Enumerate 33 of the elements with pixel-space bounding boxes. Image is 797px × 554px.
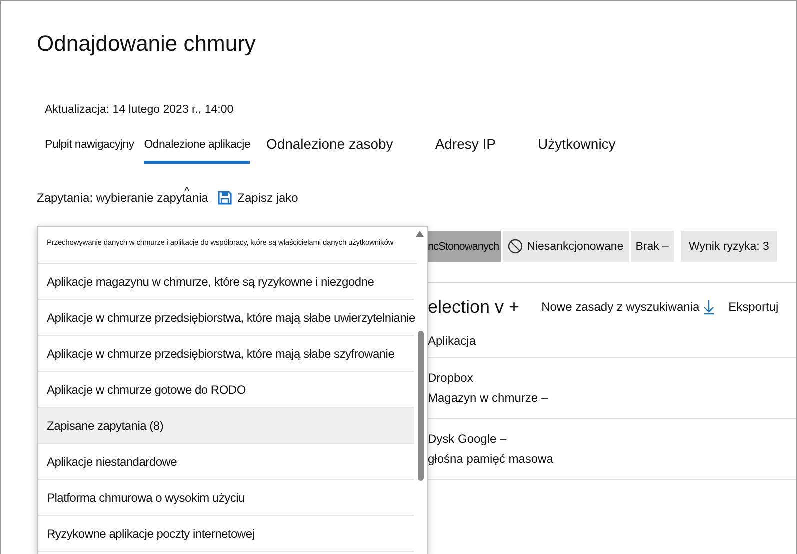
ban-icon: [508, 239, 524, 254]
filter-chip[interactable]: Brak –: [630, 231, 674, 262]
nav-tab[interactable]: Pulpit nawigacyjny: [45, 139, 134, 164]
nav-tab[interactable]: Użytkownicy: [538, 136, 616, 164]
filter-chip[interactable]: Wynik ryzyka: 3: [680, 231, 778, 262]
export-button[interactable]: Eksportuj: [728, 300, 779, 314]
scrollbar-thumb[interactable]: [418, 331, 424, 481]
filter-chip[interactable]: Niesankcjonowane: [503, 231, 629, 262]
scroll-up-icon[interactable]: [416, 231, 424, 237]
app-name[interactable]: Dysk Google –: [428, 432, 796, 446]
query-option[interactable]: Aplikacje niestandardowe: [38, 444, 414, 480]
filter-chip[interactable]: ncStonowanych: [428, 231, 502, 262]
query-option[interactable]: Ryzykowne aplikacje poczty internetowej: [38, 516, 414, 552]
query-option[interactable]: Aplikacje w chmurze przedsiębiorstwa, które mają słabe szyfrowanie: [38, 336, 414, 372]
save-as-button[interactable]: Zapisz jako: [238, 191, 298, 205]
query-selector[interactable]: Zapytania: wybieranie zapytania: [37, 191, 208, 205]
query-option[interactable]: Aplikacje magazynu w chmurze, które są ryzykowne i niezgodne: [38, 264, 414, 300]
query-option[interactable]: Zapisane zapytania (8): [38, 408, 414, 444]
nav-tab[interactable]: Odnalezione zasoby: [266, 136, 394, 164]
nav-tab[interactable]: Odnalezione aplikacje: [144, 139, 250, 164]
query-option[interactable]: Platforma chmurowa o wysokim użyciu: [38, 480, 414, 516]
column-header: Aplikacja: [428, 334, 476, 348]
query-option[interactable]: Aplikacje w chmurze przedsiębiorstwa, które mają słabe uwierzytelnianie: [38, 300, 414, 336]
update-time: Aktualizacja: 14 lutego 2023 r., 14:00: [45, 104, 235, 118]
app-name[interactable]: Dropbox: [428, 371, 796, 385]
collection-heading: election v +: [428, 296, 520, 318]
page-title: Odnajdowanie chmury: [37, 31, 257, 58]
new-policy-button[interactable]: Nowe zasady z wyszukiwania: [542, 300, 700, 314]
nav-tab[interactable]: Adresy IP: [435, 136, 496, 164]
download-icon[interactable]: [702, 299, 715, 315]
app-category: Magazyn w chmurze –: [428, 391, 550, 405]
app-category: głośna pamięć masowa: [428, 452, 554, 466]
save-icon[interactable]: [218, 191, 232, 205]
